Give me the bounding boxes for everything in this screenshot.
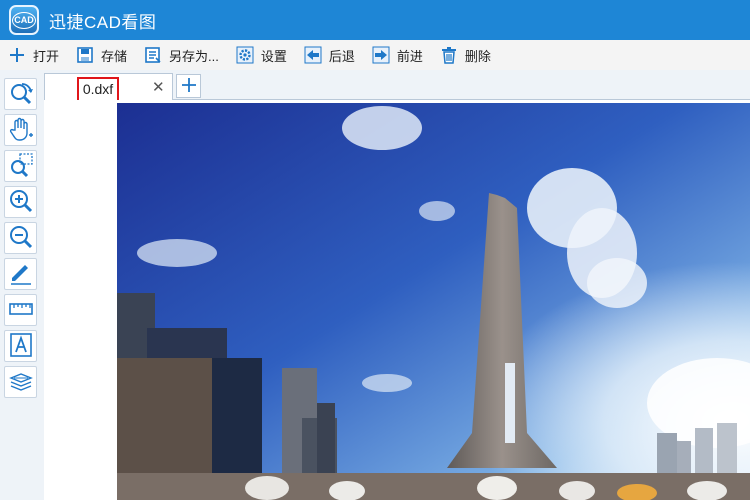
zoom-out-button[interactable] [4, 222, 37, 254]
delete-label: 删除 [464, 48, 491, 64]
pen-icon [8, 260, 34, 289]
drawing-image [117, 103, 750, 500]
zoom-window-button[interactable] [4, 150, 37, 182]
zoom-back-button[interactable] [4, 78, 37, 110]
forward-button[interactable]: 前进 [371, 40, 423, 70]
gear-icon [235, 45, 255, 65]
toolbar: 打开 存储 另存为... 设置 后退 前进 删除 [0, 40, 750, 71]
save-as-icon [143, 45, 163, 65]
save-icon [75, 45, 95, 65]
save-as-label: 另存为... [169, 48, 219, 64]
layers-icon [8, 368, 34, 397]
save-label: 存储 [101, 48, 128, 64]
plus-icon [7, 45, 27, 65]
back-button[interactable]: 后退 [303, 40, 355, 70]
pan-hand-icon [8, 116, 34, 145]
zoom-out-icon [8, 224, 34, 253]
settings-button[interactable]: 设置 [235, 40, 287, 70]
forward-label: 前进 [396, 48, 423, 64]
tab-bar: 0.dxf ✕ [44, 70, 750, 103]
text-a-icon [8, 332, 34, 361]
text-button[interactable] [4, 330, 37, 362]
delete-button[interactable]: 删除 [439, 40, 491, 70]
app-logo: CAD [9, 5, 39, 35]
left-toolbar [0, 70, 44, 500]
save-as-button[interactable]: 另存为... [143, 40, 219, 70]
zoom-window-icon [8, 152, 34, 181]
plus-icon [181, 77, 197, 96]
draw-button[interactable] [4, 258, 37, 290]
title-bar: CAD 迅捷CAD看图 [0, 0, 750, 40]
zoom-in-icon [8, 188, 34, 217]
zoom-back-icon [8, 80, 34, 109]
save-button[interactable]: 存储 [75, 40, 127, 70]
app-title: 迅捷CAD看图 [49, 12, 157, 32]
arrow-right-icon [371, 45, 391, 65]
trash-icon [439, 45, 459, 65]
measure-button[interactable] [4, 294, 37, 326]
add-tab-button[interactable] [176, 74, 201, 98]
zoom-in-button[interactable] [4, 186, 37, 218]
measure-ruler-icon [8, 296, 34, 325]
close-icon[interactable]: ✕ [152, 78, 165, 96]
arrow-left-icon [303, 45, 323, 65]
open-button[interactable]: 打开 [7, 40, 59, 70]
tab-file[interactable]: 0.dxf ✕ [44, 73, 173, 103]
back-label: 后退 [328, 48, 355, 64]
pan-button[interactable] [4, 114, 37, 146]
open-label: 打开 [33, 48, 60, 64]
settings-label: 设置 [260, 48, 287, 64]
layers-button[interactable] [4, 366, 37, 398]
app-logo-text: CAD [12, 11, 36, 29]
drawing-canvas[interactable] [44, 100, 750, 500]
